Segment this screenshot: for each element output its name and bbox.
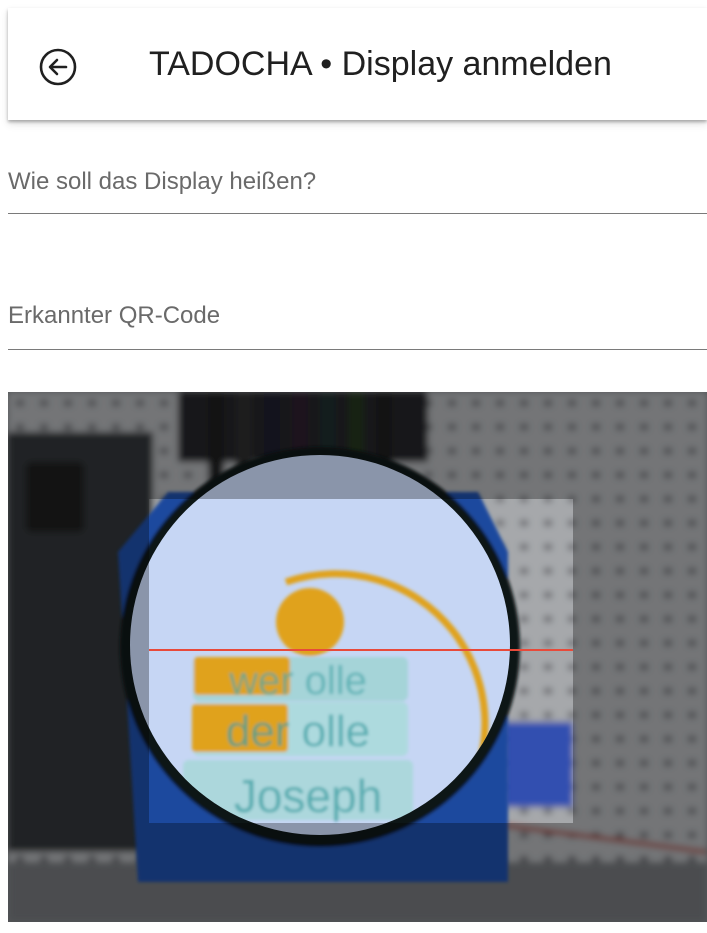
display-name-field [8, 160, 707, 214]
display-text-2: der olle [226, 707, 370, 756]
app-bar: TADOCHA • Display anmelden [8, 8, 707, 120]
display-text-1: wer olle [228, 659, 367, 703]
camera-preview: wer olle der olle Joseph [8, 392, 707, 922]
qr-code-field [8, 296, 707, 350]
qr-code-input[interactable] [8, 296, 707, 336]
display-name-input[interactable] [8, 160, 707, 204]
arrow-left-circle-icon [39, 48, 77, 86]
back-button[interactable] [36, 45, 80, 89]
page-title: TADOCHA • Display anmelden [149, 45, 612, 83]
display-text-3: Joseph [234, 770, 382, 822]
